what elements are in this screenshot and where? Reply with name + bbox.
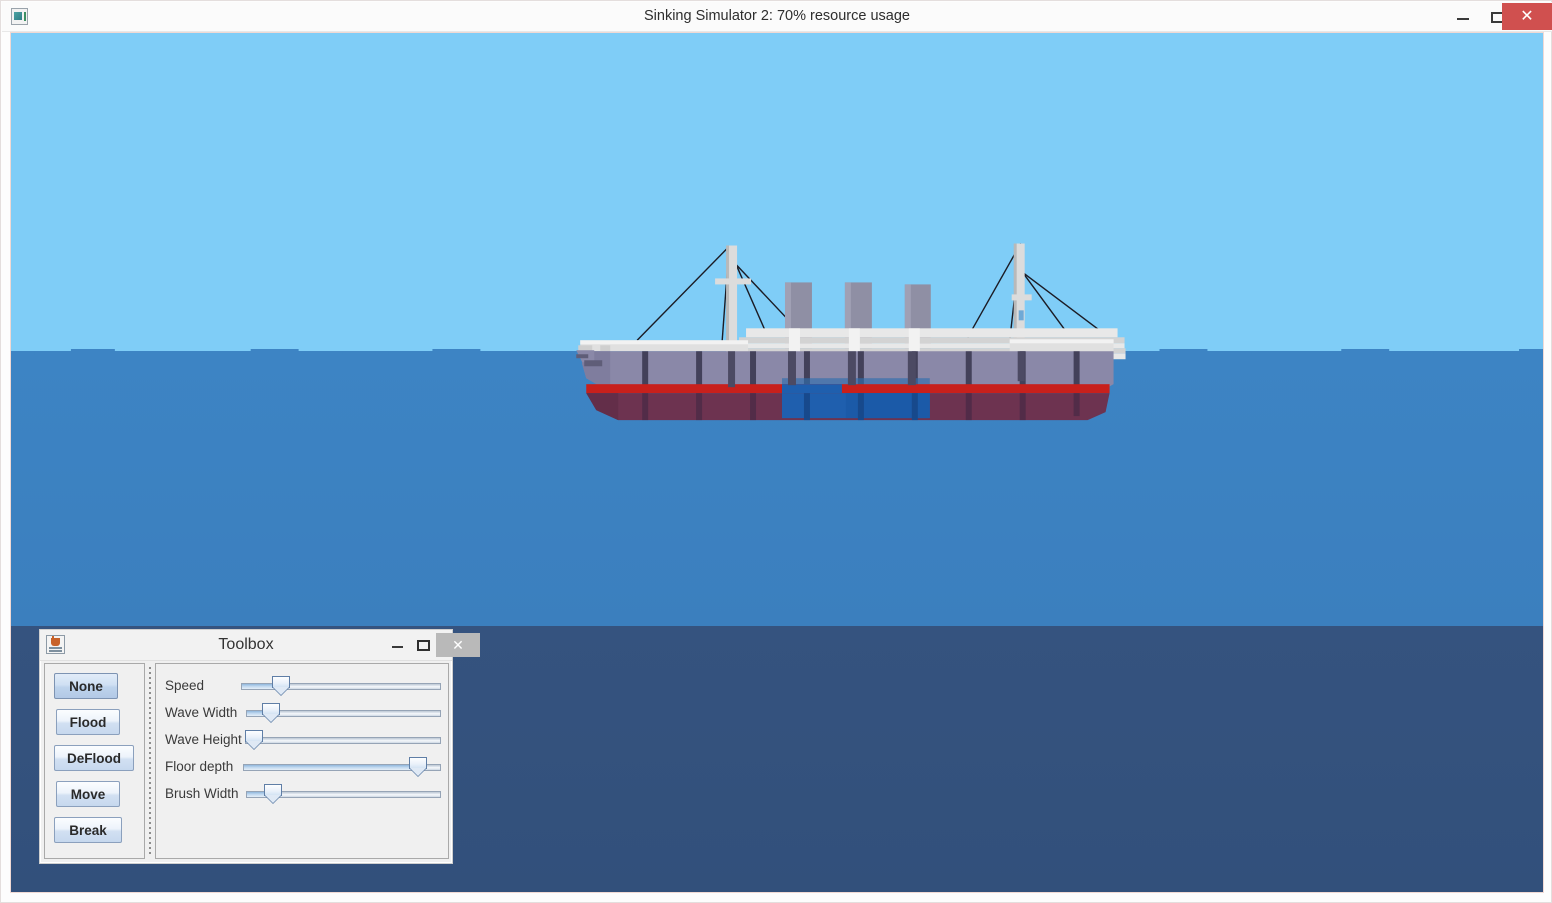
slider-brush-width[interactable] <box>246 780 441 807</box>
tool-button-break[interactable]: Break <box>54 817 122 843</box>
slider-row-wave-height: Wave Height <box>156 726 450 753</box>
toolbox-minimize-button[interactable] <box>385 633 411 657</box>
slider-floor-depth[interactable] <box>243 753 441 780</box>
minimize-icon <box>392 646 403 648</box>
tool-button-move[interactable]: Move <box>56 781 120 807</box>
waterline-breach <box>782 384 842 393</box>
slider-wave-width[interactable] <box>246 699 441 726</box>
thumb-tip-fill <box>410 768 426 776</box>
divider-grip-dots <box>149 667 151 855</box>
hull-below-water <box>586 393 1109 420</box>
thumb-tip-fill <box>265 795 281 803</box>
toolbox-titlebar: Toolbox ✕ <box>40 630 452 661</box>
close-icon: ✕ <box>436 633 480 657</box>
slider-thumb-wave-height[interactable] <box>245 730 263 750</box>
slider-row-speed: Speed <box>156 672 450 699</box>
slider-panel: Speed Wave Width Wave Height Floor depth Bru… <box>155 663 449 859</box>
thumb-tip-fill <box>263 714 279 722</box>
slider-label-speed: Speed <box>165 678 204 693</box>
application-window: Sinking Simulator 2: 70% resource usage … <box>0 0 1552 903</box>
toolbox-maximize-button[interactable] <box>411 633 437 657</box>
page-title: Sinking Simulator 2: 70% resource usage <box>2 2 1552 31</box>
close-button[interactable]: ✕ <box>1502 3 1552 30</box>
toolbox-window[interactable]: Toolbox ✕ None Flood DeFlood Move Break Spee… <box>39 629 453 864</box>
slider-row-floor-depth: Floor depth <box>156 753 450 780</box>
slider-wave-height[interactable] <box>245 726 441 753</box>
slider-label-wave-height: Wave Height <box>165 732 242 747</box>
tool-button-deflood[interactable]: DeFlood <box>54 745 134 771</box>
slider-speed[interactable] <box>241 672 441 699</box>
slider-thumb-floor-depth[interactable] <box>409 757 427 777</box>
slider-row-brush-width: Brush Width <box>156 780 450 807</box>
split-pane-divider[interactable] <box>146 663 154 859</box>
tool-button-panel: None Flood DeFlood Move Break <box>44 663 145 859</box>
tool-button-none[interactable]: None <box>54 673 118 699</box>
window-titlebar: Sinking Simulator 2: 70% resource usage … <box>2 2 1552 32</box>
waterline-stripe <box>586 384 1109 393</box>
slider-label-floor-depth: Floor depth <box>165 759 233 774</box>
slider-fill-floor-depth <box>244 765 418 770</box>
slider-row-wave-width: Wave Width <box>156 699 450 726</box>
minimize-button[interactable] <box>1445 3 1480 30</box>
slider-thumb-wave-width[interactable] <box>262 703 280 723</box>
tool-button-flood[interactable]: Flood <box>56 709 120 735</box>
thumb-tip-fill <box>246 741 262 749</box>
rigging-lines <box>637 244 1107 343</box>
minimize-icon <box>1457 18 1469 20</box>
toolbox-close-button[interactable]: ✕ <box>436 633 480 657</box>
slider-label-brush-width: Brush Width <box>165 786 239 801</box>
slider-track-wave-height[interactable] <box>245 737 441 744</box>
thumb-tip-fill <box>273 687 289 695</box>
slider-label-wave-width: Wave Width <box>165 705 237 720</box>
close-icon: ✕ <box>1502 3 1552 30</box>
slider-thumb-brush-width[interactable] <box>264 784 282 804</box>
slider-thumb-speed[interactable] <box>272 676 290 696</box>
maximize-icon <box>417 640 430 651</box>
